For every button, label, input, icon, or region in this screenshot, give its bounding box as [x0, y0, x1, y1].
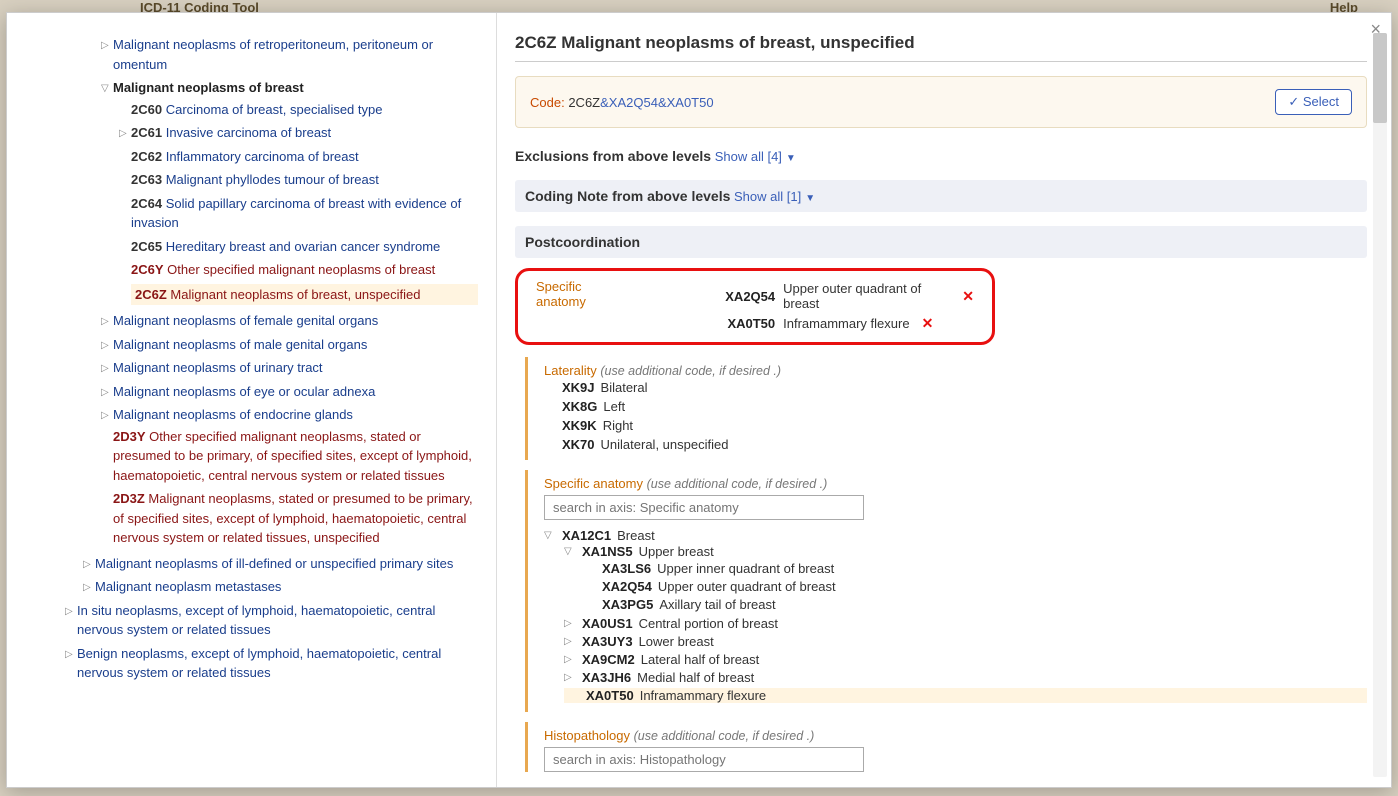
histopathology-block: Histopathology (use additional code, if …	[525, 722, 1367, 772]
anatomy-node[interactable]: XA3PG5Axillary tail of breast	[584, 595, 1367, 613]
chevron-right-icon[interactable]: ▷	[101, 361, 113, 376]
chevron-down-icon[interactable]: ▽	[544, 530, 556, 541]
tree-node[interactable]: ▷Malignant neoplasms of retroperitoneum,…	[101, 33, 484, 76]
chevron-right-icon[interactable]: ▷	[65, 604, 77, 619]
tree-node[interactable]: ▽Malignant neoplasms of breast 2C60 Carc…	[101, 76, 484, 309]
select-button[interactable]: ✓ Select	[1275, 89, 1352, 115]
laterality-option[interactable]: XK8GLeft	[544, 397, 1367, 416]
exclusions-heading: Exclusions from above levels	[515, 148, 711, 164]
chevron-down-icon: ▼	[805, 193, 815, 204]
anatomy-node[interactable]: ▷XA3UY3Lower breast	[564, 633, 1367, 651]
specific-anatomy-search-input[interactable]	[544, 495, 864, 520]
anatomy-node[interactable]: XA3LS6Upper inner quadrant of breast	[584, 559, 1367, 577]
anatomy-node-highlight[interactable]: XA0T50Inframammary flexure	[564, 687, 1367, 705]
exclusions-showall-link[interactable]: Show all [4]▼	[715, 149, 796, 164]
tree-node[interactable]: ▷In situ neoplasms, except of lymphoid, …	[65, 599, 484, 642]
chevron-down-icon[interactable]: ▽	[564, 546, 576, 557]
code-label: Code:	[530, 95, 565, 110]
entity-title: 2C6Z Malignant neoplasms of breast, unsp…	[515, 33, 1367, 62]
tree-node[interactable]: ▷Malignant neoplasms of eye or ocular ad…	[101, 380, 484, 404]
laterality-option[interactable]: XK9JBilateral	[544, 378, 1367, 397]
laterality-title: Laterality	[544, 363, 597, 378]
tree-node[interactable]: 2C63 Malignant phyllodes tumour of breas…	[119, 168, 484, 192]
close-icon[interactable]: ×	[1370, 19, 1381, 40]
chevron-right-icon[interactable]: ▷	[101, 408, 113, 423]
modal: × ▷Malignant neoplasms of retroperitoneu…	[6, 12, 1392, 788]
specific-anatomy-title: Specific anatomy	[544, 476, 643, 491]
histopathology-note: (use additional code, if desired .)	[634, 729, 815, 743]
code-box: Code: 2C6Z&XA2Q54&XA0T50 ✓ Select	[515, 76, 1367, 128]
tree-node[interactable]: 2D3Y Other specified malignant neoplasms…	[101, 425, 484, 488]
tree-node[interactable]: 2C65 Hereditary breast and ovarian cance…	[119, 235, 484, 259]
scrollbar-thumb[interactable]	[1373, 33, 1387, 123]
anatomy-node[interactable]: ▷XA3JH6Medial half of breast	[564, 669, 1367, 687]
tree-node[interactable]: ▷Benign neoplasms, except of lymphoid, h…	[65, 642, 484, 685]
chevron-right-icon[interactable]: ▷	[65, 647, 77, 662]
specific-anatomy-block: Specific anatomy (use additional code, i…	[525, 470, 1367, 712]
code-extension: &XA2Q54&XA0T50	[600, 95, 713, 110]
scrollbar[interactable]	[1373, 33, 1387, 777]
tree-node[interactable]: ▷Malignant neoplasms of male genital org…	[101, 333, 484, 357]
code-value: 2C6Z	[568, 95, 600, 110]
chevron-down-icon[interactable]: ▽	[101, 81, 113, 96]
laterality-option[interactable]: XK70Unilateral, unspecified	[544, 435, 1367, 454]
tree-node[interactable]: ▷Malignant neoplasm metastases	[83, 575, 484, 599]
anatomy-node[interactable]: XA2Q54Upper outer quadrant of breast	[584, 577, 1367, 595]
chevron-right-icon[interactable]: ▷	[564, 654, 576, 665]
tree-node[interactable]: 2C62 Inflammatory carcinoma of breast	[119, 145, 484, 169]
chevron-right-icon[interactable]: ▷	[564, 618, 576, 629]
specific-anatomy-selected-box: Specific anatomy XA2Q54 Upper outer quad…	[515, 268, 995, 345]
laterality-option[interactable]: XK9KRight	[544, 416, 1367, 435]
laterality-block: Laterality (use additional code, if desi…	[525, 357, 1367, 460]
tree-node[interactable]: ▷Malignant neoplasms of female genital o…	[101, 309, 484, 333]
histopathology-title: Histopathology	[544, 728, 630, 743]
coding-note-bar: Coding Note from above levels Show all […	[515, 180, 1367, 212]
anatomy-node[interactable]: ▷XA9CM2Lateral half of breast	[564, 651, 1367, 669]
tree-node[interactable]: ▷Malignant neoplasms of urinary tract	[101, 356, 484, 380]
laterality-note: (use additional code, if desired .)	[600, 364, 781, 378]
postcoordination-bar: Postcoordination	[515, 226, 1367, 258]
anatomy-node[interactable]: ▷XA0US1Central portion of breast	[564, 615, 1367, 633]
anatomy-node[interactable]: ▽XA12C1Breast ▽XA1NS5Upper breast XA3LS6…	[544, 526, 1367, 706]
chevron-right-icon[interactable]: ▷	[119, 126, 131, 141]
chevron-down-icon: ▼	[786, 153, 796, 164]
anatomy-node[interactable]: ▽XA1NS5Upper breast XA3LS6Upper inner qu…	[564, 543, 1367, 615]
postcoordination-heading: Postcoordination	[525, 234, 640, 250]
tree-node[interactable]: 2C64 Solid papillary carcinoma of breast…	[119, 192, 484, 235]
selected-anatomy-item: XA0T50 Inframammary flexure ✕	[711, 313, 974, 334]
histopathology-search-input[interactable]	[544, 747, 864, 772]
tree-node[interactable]: ▷2C61 Invasive carcinoma of breast	[119, 121, 484, 145]
tree-node[interactable]: 2C60 Carcinoma of breast, specialised ty…	[119, 98, 484, 122]
chevron-right-icon[interactable]: ▷	[101, 385, 113, 400]
chevron-right-icon[interactable]: ▷	[101, 338, 113, 353]
chevron-right-icon[interactable]: ▷	[83, 557, 95, 572]
tree-node[interactable]: 2C6Y Other specified malignant neoplasms…	[119, 258, 484, 282]
chevron-right-icon[interactable]: ▷	[564, 672, 576, 683]
codingnote-showall-link[interactable]: Show all [1]▼	[734, 189, 815, 204]
hierarchy-tree-pane: ▷Malignant neoplasms of retroperitoneum,…	[7, 13, 497, 787]
chevron-right-icon[interactable]: ▷	[564, 636, 576, 647]
specific-anatomy-note: (use additional code, if desired .)	[647, 477, 828, 491]
tree-node[interactable]: ▷Malignant neoplasms of ill-defined or u…	[83, 552, 484, 576]
tree-node[interactable]: ▷Malignant neoplasms of endocrine glands…	[101, 403, 484, 552]
tree-node[interactable]: 2D3Z Malignant neoplasms, stated or pres…	[101, 487, 484, 550]
chevron-right-icon[interactable]: ▷	[101, 38, 113, 53]
specific-anatomy-axis-title: Specific anatomy	[536, 279, 631, 334]
remove-icon[interactable]: ✕	[962, 288, 974, 305]
entity-detail-pane: 2C6Z Malignant neoplasms of breast, unsp…	[497, 13, 1391, 787]
tree-node-selected[interactable]: 2C6Z Malignant neoplasms of breast, unsp…	[119, 282, 484, 308]
chevron-right-icon[interactable]: ▷	[101, 314, 113, 329]
codingnote-heading: Coding Note from above levels	[525, 188, 730, 204]
selected-anatomy-item: XA2Q54 Upper outer quadrant of breast ✕	[711, 279, 974, 313]
chevron-right-icon[interactable]: ▷	[83, 580, 95, 595]
remove-icon[interactable]: ✕	[922, 315, 934, 332]
